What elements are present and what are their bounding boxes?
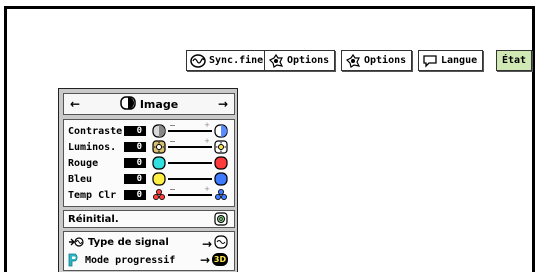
- signal-wave-icon: [214, 235, 228, 252]
- screen-frame-left: [4, 6, 7, 272]
- brightness-high-icon: [214, 140, 228, 154]
- adjust-label: Temp Clr: [68, 189, 117, 201]
- adjust-label: Luminos.: [68, 141, 117, 153]
- divider: [148, 125, 150, 137]
- slider-track[interactable]: +: [168, 122, 212, 132]
- reset-icon: [214, 212, 228, 226]
- adjust-label: Contraste: [68, 125, 123, 137]
- adjust-label: Rouge: [68, 157, 99, 169]
- progressive-mode-value: → 3D: [200, 253, 228, 266]
- reset-row[interactable]: Réinitial.: [68, 212, 228, 226]
- signal-type-label: Type de signal: [88, 236, 169, 248]
- reset-label: Réinitial.: [68, 213, 119, 225]
- progressive-mode-icon: [68, 253, 80, 267]
- yellow-circle-icon: [152, 172, 166, 186]
- sync-fine-icon: [190, 53, 206, 69]
- adjustments-box: Contraste 0 + Luminos. 0 + Rouge 0 Bleu …: [63, 119, 235, 207]
- adjust-value: 0: [124, 158, 146, 168]
- signal-type-row[interactable]: Type de signal →: [68, 235, 228, 252]
- tab-options-1[interactable]: Options: [264, 50, 336, 71]
- prev-menu-arrow[interactable]: ←: [70, 98, 80, 110]
- tab-label: Sync.fine: [209, 55, 264, 66]
- contrast-low-icon: [152, 124, 166, 138]
- progressive-mode-row[interactable]: Mode progressif → 3D: [68, 253, 228, 267]
- brightness-low-icon: [152, 140, 166, 154]
- divider: [148, 141, 150, 153]
- tab-etat[interactable]: État: [496, 50, 533, 71]
- 3d-badge-icon: 3D: [212, 253, 228, 266]
- tab-label: Options: [287, 55, 330, 66]
- progressive-mode-label: Mode progressif: [85, 254, 176, 266]
- color-temp-cool-icon: [214, 188, 228, 202]
- slider-track[interactable]: [168, 178, 212, 180]
- adjust-value: 0: [124, 174, 146, 184]
- contrast-high-icon: [214, 124, 228, 138]
- signal-type-value: →: [202, 235, 228, 252]
- next-menu-arrow[interactable]: →: [218, 98, 228, 110]
- signal-box: Type de signal → Mode progressif → 3D: [63, 231, 235, 271]
- cyan-circle-icon: [152, 156, 166, 170]
- options-icon: [345, 53, 361, 69]
- slider-track[interactable]: +: [168, 138, 212, 148]
- tab-label: Options: [364, 55, 407, 66]
- adjust-value: 0: [124, 126, 146, 136]
- panel-header: ← Image →: [63, 93, 235, 115]
- options-icon: [268, 53, 284, 69]
- slider-track[interactable]: +: [168, 186, 212, 196]
- signal-type-icon: [68, 236, 84, 248]
- blue-circle-icon: [214, 172, 228, 186]
- image-menu-panel: ← Image → Contraste 0 + Luminos. 0 + Rou…: [58, 88, 238, 272]
- tab-langue[interactable]: Langue: [418, 50, 484, 71]
- adjust-label: Bleu: [68, 173, 93, 185]
- color-temp-warm-icon: [152, 188, 166, 202]
- divider: [148, 157, 150, 169]
- panel-title: Image: [120, 95, 179, 113]
- tab-label: État: [502, 55, 527, 66]
- adjust-value: 0: [124, 190, 146, 200]
- tab-label: Langue: [441, 55, 478, 66]
- tab-options-2[interactable]: Options: [341, 50, 413, 71]
- submenu-arrow: →: [199, 252, 210, 267]
- slider-track[interactable]: [168, 162, 212, 164]
- tab-sync-fine[interactable]: Sync.fine: [186, 50, 270, 71]
- adjust-value: 0: [124, 142, 146, 152]
- panel-title-text: Image: [139, 97, 179, 111]
- red-circle-icon: [214, 156, 228, 170]
- divider: [148, 173, 150, 185]
- screen-frame-top: [4, 6, 535, 9]
- image-icon: [120, 95, 136, 113]
- reset-box[interactable]: Réinitial.: [63, 210, 235, 228]
- divider: [148, 189, 150, 201]
- submenu-arrow: →: [201, 236, 212, 251]
- speech-bubble-icon: [422, 53, 438, 69]
